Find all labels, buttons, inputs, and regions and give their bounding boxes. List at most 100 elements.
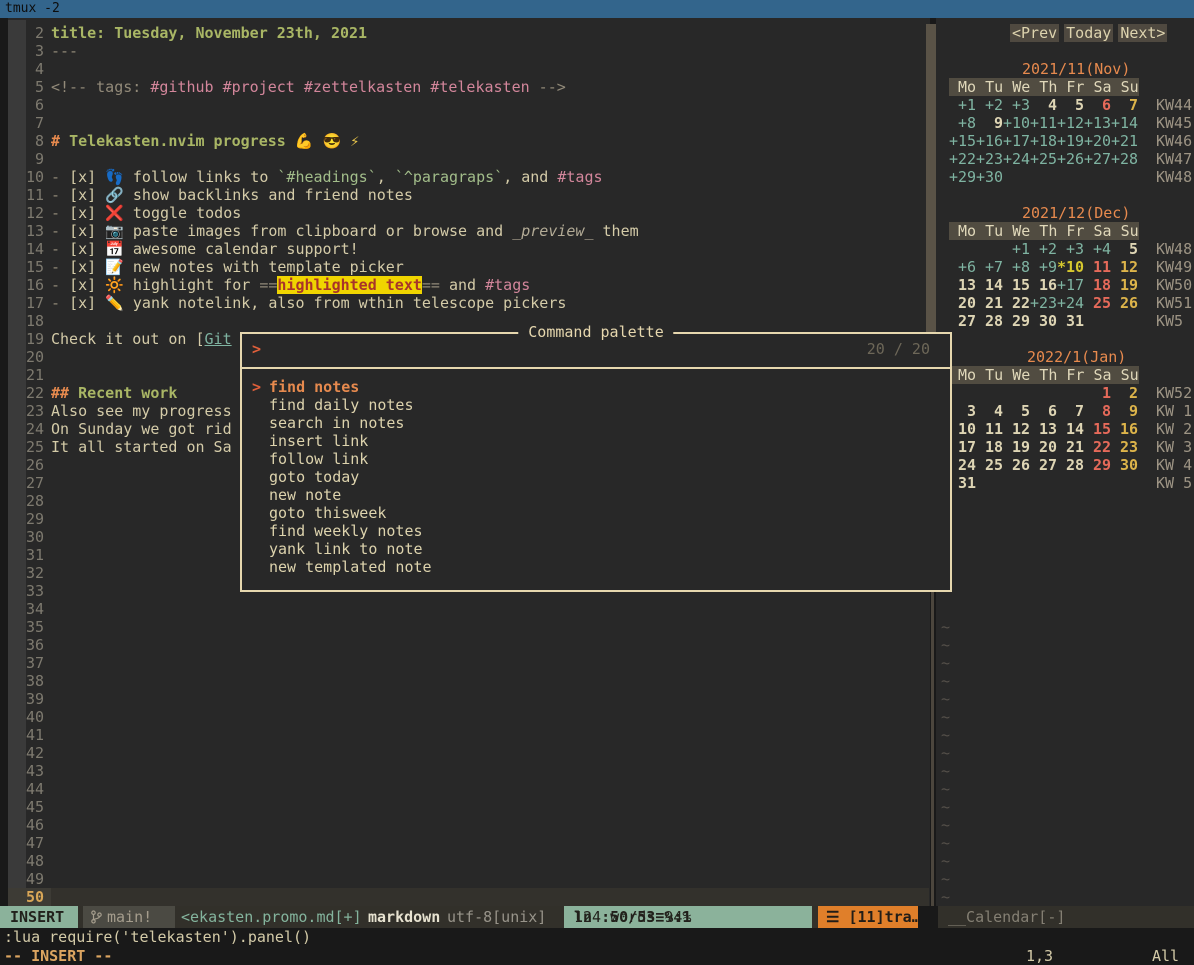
calendar-day[interactable]: +25 [1030, 150, 1057, 168]
calendar-day[interactable]: +1 [949, 96, 976, 114]
calendar-day[interactable]: 17 [949, 438, 976, 456]
calendar-day[interactable]: 6 [1084, 96, 1111, 114]
calendar-day[interactable]: 28 [1057, 456, 1084, 474]
calendar-next-button[interactable]: Next> [1118, 24, 1167, 42]
calendar-day[interactable]: 29 [1084, 456, 1111, 474]
calendar-day[interactable]: 16 [1030, 276, 1057, 294]
calendar-day[interactable]: 30 [1111, 456, 1138, 474]
calendar-day[interactable]: +29 [949, 168, 976, 186]
calendar-day[interactable]: +3 [1003, 96, 1030, 114]
palette-prompt-caret[interactable]: > [252, 340, 261, 358]
calendar-day[interactable]: 19 [1003, 438, 1030, 456]
calendar-day[interactable]: 23 [1111, 438, 1138, 456]
calendar-day[interactable]: +3 [1057, 240, 1084, 258]
calendar-day[interactable]: 18 [1084, 276, 1111, 294]
scrollbar-thumb[interactable] [926, 24, 936, 332]
calendar-day[interactable]: 9 [976, 114, 1003, 132]
calendar-day[interactable]: +16 [976, 132, 1003, 150]
calendar-day[interactable]: 9 [1111, 402, 1138, 420]
calendar-day[interactable]: +20 [1084, 132, 1111, 150]
calendar-day[interactable]: 24 [949, 456, 976, 474]
calendar-day[interactable]: +10 [1003, 114, 1030, 132]
calendar-day[interactable]: 4 [1030, 96, 1057, 114]
calendar-day[interactable]: +8 [949, 114, 976, 132]
calendar-day[interactable]: 27 [1030, 456, 1057, 474]
calendar-day[interactable]: +17 [1057, 276, 1084, 294]
calendar-day[interactable]: 22 [1003, 294, 1030, 312]
calendar-day[interactable]: 28 [976, 312, 1003, 330]
calendar-day[interactable]: +12 [1057, 114, 1084, 132]
calendar-day[interactable]: 29 [1003, 312, 1030, 330]
palette-item[interactable]: find daily notes [242, 396, 950, 414]
calendar-day[interactable]: 31 [1057, 312, 1084, 330]
calendar-day[interactable]: +27 [1084, 150, 1111, 168]
calendar-day[interactable]: 26 [1111, 294, 1138, 312]
calendar-day[interactable]: 2 [1111, 384, 1138, 402]
calendar-day[interactable]: +19 [1057, 132, 1084, 150]
calendar-day[interactable]: 4 [976, 402, 1003, 420]
calendar-day[interactable]: +8 [1003, 258, 1030, 276]
calendar-day[interactable]: 21 [1057, 438, 1084, 456]
calendar-day[interactable]: 19 [1111, 276, 1138, 294]
palette-item[interactable]: search in notes [242, 414, 950, 432]
calendar-day[interactable]: 14 [1057, 420, 1084, 438]
tab-indicator[interactable]: ☰ [11]tra… [818, 906, 918, 928]
palette-item[interactable]: new templated note [242, 558, 950, 576]
calendar-day[interactable]: 30 [1030, 312, 1057, 330]
calendar-day[interactable]: 13 [949, 276, 976, 294]
calendar-day[interactable]: +21 [1111, 132, 1138, 150]
calendar-day[interactable]: 5 [1057, 96, 1084, 114]
palette-item[interactable]: yank link to note [242, 540, 950, 558]
calendar-day[interactable]: 15 [1084, 420, 1111, 438]
calendar-day[interactable]: +15 [949, 132, 976, 150]
calendar-day[interactable]: +26 [1057, 150, 1084, 168]
calendar-prev-button[interactable]: <Prev [1010, 24, 1059, 42]
palette-item[interactable]: goto today [242, 468, 950, 486]
calendar-day[interactable]: +9 [1030, 258, 1057, 276]
palette-item[interactable]: new note [242, 486, 950, 504]
calendar-day[interactable]: 5 [1111, 240, 1138, 258]
calendar-day[interactable]: +11 [1030, 114, 1057, 132]
palette-item[interactable]: insert link [242, 432, 950, 450]
calendar-day[interactable]: 15 [1003, 276, 1030, 294]
palette-item[interactable]: find weekly notes [242, 522, 950, 540]
calendar-day[interactable]: 25 [976, 456, 1003, 474]
calendar-day[interactable]: 11 [976, 420, 1003, 438]
calendar-day[interactable]: +23 [976, 150, 1003, 168]
palette-item[interactable]: >find notes [242, 378, 950, 396]
calendar-day[interactable]: +24 [1057, 294, 1084, 312]
calendar-day[interactable]: 20 [949, 294, 976, 312]
calendar-day[interactable]: +6 [949, 258, 976, 276]
calendar-day[interactable]: 18 [976, 438, 1003, 456]
calendar-day[interactable]: +14 [1111, 114, 1138, 132]
calendar-today-button[interactable]: Today [1064, 24, 1113, 42]
calendar-day[interactable]: 16 [1111, 420, 1138, 438]
calendar-day[interactable]: +7 [976, 258, 1003, 276]
calendar-day[interactable]: 22 [1084, 438, 1111, 456]
calendar-day[interactable]: 5 [1003, 402, 1030, 420]
calendar-day[interactable]: +1 [1003, 240, 1030, 258]
calendar-day[interactable]: 7 [1057, 402, 1084, 420]
calendar-day[interactable]: +18 [1030, 132, 1057, 150]
calendar-day[interactable]: +30 [976, 168, 1003, 186]
calendar-day[interactable]: +23 [1030, 294, 1057, 312]
calendar-day[interactable]: 6 [1030, 402, 1057, 420]
calendar-day[interactable]: 8 [1084, 402, 1111, 420]
calendar-day[interactable]: 12 [1111, 258, 1138, 276]
calendar-day[interactable]: +2 [1030, 240, 1057, 258]
calendar-day[interactable]: +4 [1084, 240, 1111, 258]
calendar-day[interactable]: +22 [949, 150, 976, 168]
calendar-day[interactable]: 25 [1084, 294, 1111, 312]
calendar-day[interactable]: 13 [1030, 420, 1057, 438]
calendar-day[interactable]: 31 [949, 474, 976, 492]
calendar-day[interactable]: 7 [1111, 96, 1138, 114]
calendar-day[interactable]: 11 [1084, 258, 1111, 276]
calendar-day[interactable]: 10 [949, 420, 976, 438]
palette-item[interactable]: follow link [242, 450, 950, 468]
calendar-day[interactable]: +28 [1111, 150, 1138, 168]
calendar-day[interactable]: 12 [1003, 420, 1030, 438]
calendar-day[interactable]: 27 [949, 312, 976, 330]
command-line[interactable]: :lua require('telekasten').panel() [0, 928, 1194, 947]
calendar-day[interactable]: +2 [976, 96, 1003, 114]
calendar-day[interactable]: 26 [1003, 456, 1030, 474]
